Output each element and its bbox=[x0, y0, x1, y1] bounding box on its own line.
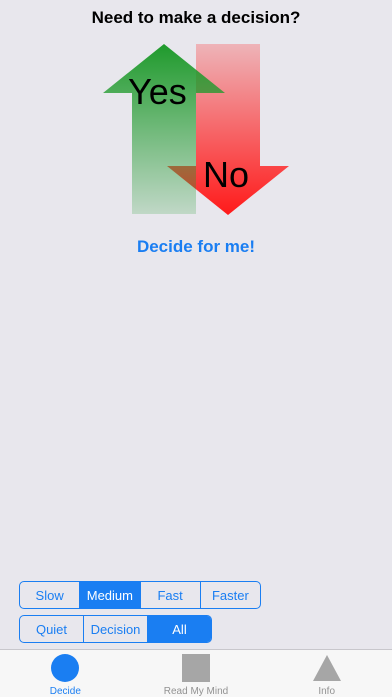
arrows-illustration bbox=[103, 44, 289, 215]
tab-decide[interactable]: Decide bbox=[0, 650, 131, 697]
sound-segmented-control: Quiet Decision All bbox=[19, 615, 212, 643]
speed-segmented-control: Slow Medium Fast Faster bbox=[19, 581, 261, 609]
speed-option-fast[interactable]: Fast bbox=[141, 582, 201, 608]
speed-option-faster[interactable]: Faster bbox=[201, 582, 260, 608]
sound-option-all[interactable]: All bbox=[148, 616, 211, 642]
tab-decide-label: Decide bbox=[49, 686, 81, 697]
triangle-icon bbox=[312, 655, 341, 681]
tab-read-my-mind-label: Read My Mind bbox=[163, 686, 229, 697]
page-title: Need to make a decision? bbox=[91, 8, 301, 27]
tab-info-label: Info bbox=[318, 686, 336, 697]
tab-bar: Decide Read My Mind Info bbox=[0, 649, 392, 697]
yes-label: Yes bbox=[128, 71, 187, 112]
speed-option-medium[interactable]: Medium bbox=[80, 582, 141, 608]
decide-for-me-button[interactable]: Decide for me! bbox=[0, 237, 392, 257]
sound-option-decision[interactable]: Decision bbox=[84, 616, 148, 642]
tab-read-my-mind[interactable]: Read My Mind bbox=[131, 650, 262, 697]
tab-info[interactable]: Info bbox=[261, 650, 392, 697]
sound-option-quiet[interactable]: Quiet bbox=[20, 616, 84, 642]
no-label: No bbox=[203, 154, 250, 195]
speed-option-slow[interactable]: Slow bbox=[20, 582, 81, 608]
square-icon bbox=[182, 654, 210, 682]
circle-icon bbox=[51, 654, 80, 682]
yes-no-arrows-graphic: Yes No bbox=[100, 40, 292, 220]
